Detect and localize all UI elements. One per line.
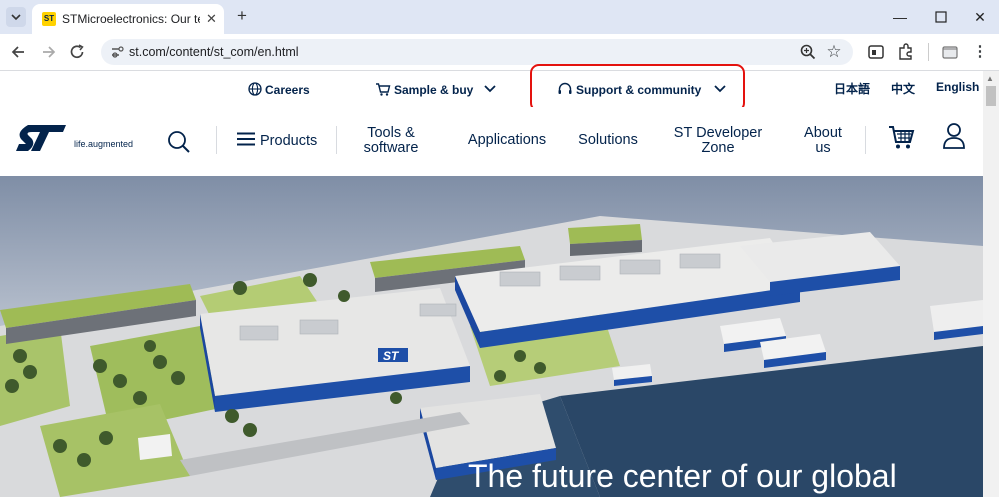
careers-link[interactable]: Careers: [248, 82, 310, 97]
browser-tab[interactable]: ST STMicroelectronics: Our technology ✕: [32, 4, 224, 34]
logo-text: ST: [34, 125, 46, 135]
scroll-up-arrow-icon[interactable]: ▲: [986, 74, 994, 83]
page-scrollbar[interactable]: [983, 71, 999, 497]
address-bar[interactable]: st.com/content/st_com/en.html: [101, 39, 853, 65]
shopping-cart-icon: [889, 126, 915, 149]
globe-icon: [248, 82, 262, 96]
nav-about-us[interactable]: About us: [794, 126, 852, 156]
cart-button[interactable]: [888, 124, 916, 155]
sidepanel-button[interactable]: [940, 42, 960, 62]
reload-icon: [70, 44, 84, 59]
nav-devzone-line1: ST Developer: [673, 125, 763, 141]
maximize-button[interactable]: [929, 6, 953, 28]
search-icon: [168, 131, 190, 153]
nav-separator: [216, 126, 217, 154]
back-button[interactable]: [8, 42, 30, 62]
language-english[interactable]: English: [936, 80, 979, 94]
toolbar-separator: [928, 43, 929, 61]
cart-icon: [376, 83, 391, 96]
tab-search-button[interactable]: [6, 7, 26, 27]
scrollbar-thumb[interactable]: [986, 86, 996, 106]
zoom-icon: [800, 44, 816, 60]
url-text: st.com/content/st_com/en.html: [129, 45, 299, 59]
search-button[interactable]: [167, 130, 191, 159]
maximize-icon: [935, 11, 947, 23]
st-logo[interactable]: ST: [16, 123, 68, 158]
extensions-button[interactable]: [896, 42, 916, 62]
sample-buy-label: Sample & buy: [394, 83, 474, 97]
nav-separator: [865, 126, 866, 154]
new-tab-button[interactable]: +: [233, 7, 251, 25]
nav-about-line2: us: [815, 140, 831, 156]
language-chinese[interactable]: 中文: [891, 80, 915, 97]
hamburger-icon: [237, 132, 255, 146]
nav-developer-zone[interactable]: ST Developer Zone: [666, 126, 770, 156]
nav-applications[interactable]: Applications: [463, 133, 551, 148]
nav-products-label: Products: [260, 133, 318, 149]
st-favicon-icon: ST: [42, 12, 56, 26]
app-icon: [868, 45, 884, 59]
bookmark-star-icon[interactable]: ☆: [824, 42, 844, 62]
back-arrow-icon: [11, 46, 24, 58]
reload-button[interactable]: [67, 42, 89, 62]
hero-headline: The future center of our global: [468, 458, 897, 494]
logo-tagline: life.augmented: [74, 139, 134, 149]
nav-tools-software[interactable]: Tools & software: [352, 126, 430, 156]
nav-devzone-line2: Zone: [701, 140, 735, 156]
folder-icon: [942, 46, 958, 59]
building-st-logo: ST: [383, 349, 400, 363]
extension-puzzle-button[interactable]: [866, 42, 886, 62]
zoom-button[interactable]: [798, 42, 818, 62]
tab-title: STMicroelectronics: Our technology: [62, 12, 200, 26]
highlight-box: [530, 64, 745, 112]
careers-label: Careers: [265, 83, 310, 97]
close-tab-icon[interactable]: ✕: [206, 11, 217, 27]
chevron-down-icon: [484, 85, 496, 93]
nav-about-line1: About: [804, 125, 842, 141]
factory-campus-illustration: ST: [0, 176, 983, 497]
nav-separator: [336, 126, 337, 154]
user-icon: [943, 123, 965, 149]
menu-kebab-icon[interactable]: ⋮: [970, 42, 990, 62]
nav-tools-line1: Tools &: [367, 125, 415, 141]
nav-products[interactable]: Products: [237, 132, 317, 149]
nav-tools-line2: software: [363, 140, 419, 156]
forward-arrow-icon: [43, 46, 56, 58]
sample-buy-menu[interactable]: Sample & buy: [375, 82, 497, 97]
nav-solutions[interactable]: Solutions: [574, 133, 642, 148]
site-info-icon[interactable]: [110, 45, 124, 62]
hero-banner[interactable]: ST: [0, 176, 983, 497]
account-button[interactable]: [942, 122, 966, 155]
chevron-down-icon: [11, 14, 21, 21]
minimize-button[interactable]: —: [888, 6, 912, 28]
language-japanese[interactable]: 日本語: [834, 80, 870, 97]
close-window-button[interactable]: ✕: [968, 6, 992, 28]
puzzle-icon: [899, 43, 912, 60]
forward-button[interactable]: [37, 42, 59, 62]
